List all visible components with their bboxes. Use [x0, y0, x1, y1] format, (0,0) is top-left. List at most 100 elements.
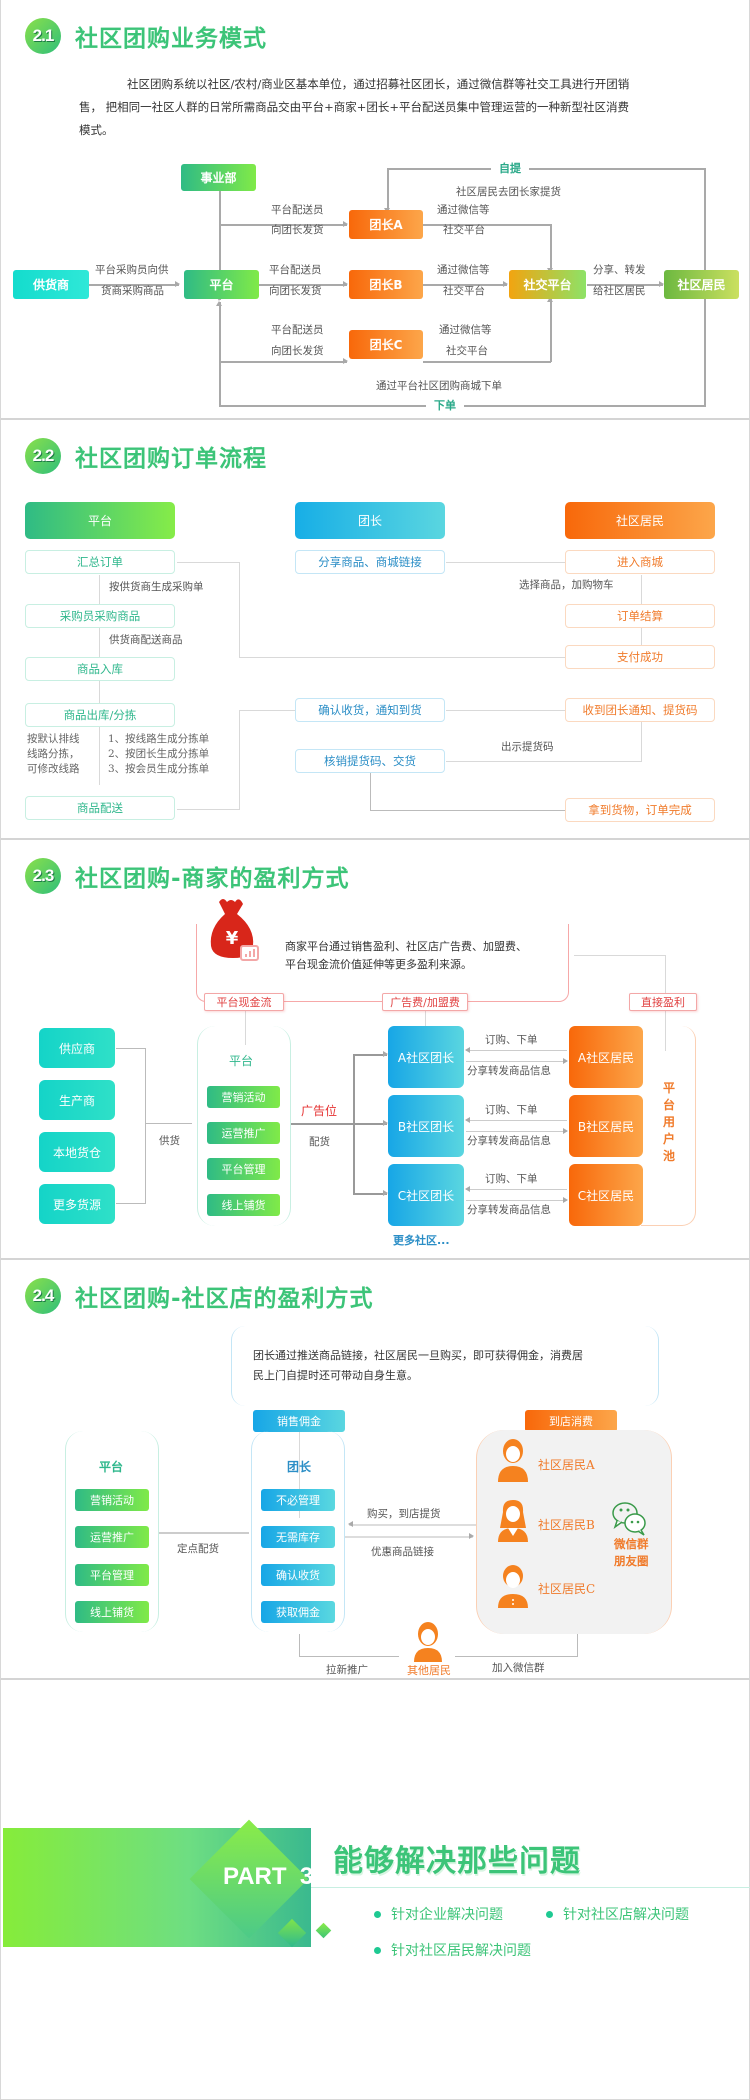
resident-a: A社区居民: [569, 1026, 643, 1088]
bullet-text: 针对社区店解决问题: [563, 1907, 689, 1923]
pool-char: 用: [663, 1115, 676, 1129]
connector: [239, 710, 240, 810]
share-label: 分享转发商品信息: [467, 1204, 551, 1216]
connector: [145, 1048, 146, 1204]
connector: [446, 761, 642, 762]
summary-line: 平台现金流价值延伸等更多盈利来源。: [285, 958, 472, 971]
money-bag-icon: ¥: [207, 894, 259, 964]
sort-default-note: 按默认排线 线路分拣， 可修改线路: [27, 732, 80, 777]
small-diamond-icon: [315, 1922, 332, 1939]
connector: [348, 1521, 477, 1527]
summary-line: 民上门自提时还可带动自身生意。: [253, 1369, 418, 1382]
resident-step: 进入商城: [565, 550, 715, 574]
platform-note: 供货商配送商品: [109, 634, 183, 646]
connector: [370, 810, 566, 811]
connector: [446, 710, 566, 711]
bullet-dot-icon: [546, 1910, 553, 1918]
source-warehouse: 本地货仓: [39, 1132, 115, 1172]
connector: [239, 657, 565, 658]
slide-part3: PART 3 能够解决那些问题 针对企业解决问题 针对社区店解决问题 针对社区居…: [0, 1680, 750, 2100]
divider-line: [311, 1887, 750, 1888]
ship-label: 平台配送员: [271, 204, 324, 216]
connector: [239, 710, 295, 711]
resident-step: 支付成功: [565, 645, 715, 669]
node-department: 事业部: [181, 164, 256, 191]
via-label: 通过微信等: [437, 264, 490, 276]
ad-slot-label: 广告位: [301, 1104, 338, 1118]
ship-label: 平台配送员: [269, 264, 322, 276]
platform-note: 按供货商生成采购单: [109, 581, 204, 593]
connector: [299, 1634, 300, 1657]
summary-text: 团长通过推送商品链接，社区居民一旦购买，即可获得佣金，消费居 民上门自提时还可带…: [253, 1346, 583, 1386]
bullet-item: 针对企业解决问题: [374, 1904, 503, 1924]
connector: [291, 1120, 388, 1126]
supply-label: 供货: [159, 1135, 180, 1147]
resident-label: 社区居民B: [538, 1518, 595, 1532]
section-number-badge: 2.1: [25, 18, 61, 54]
pool-char: 台: [663, 1098, 676, 1112]
section-number-badge: 2.2: [25, 438, 61, 474]
node-social-platform: 社交平台: [509, 270, 586, 299]
fixed-delivery-label: 定点配货: [177, 1543, 219, 1555]
connector: [547, 224, 553, 273]
order-desc: 通过平台社区团购商城下单: [376, 380, 502, 392]
order-label: 下单: [426, 397, 464, 413]
connector: [465, 1186, 567, 1192]
sort-rules-note: 1、按线路生成分拣单 2、按团长生成分拣单 3、按会员生成分拣单: [108, 732, 209, 777]
connector: [465, 1047, 567, 1053]
slide-business-model: 2.1 社区团购业务模式 社区团购系统以社区/农村/商业区基本单位，通过招募社区…: [0, 0, 750, 420]
tag-cashflow: 平台现金流: [204, 993, 284, 1011]
bullet-dot-icon: [374, 1910, 381, 1918]
note-line: 可修改线路: [27, 763, 80, 775]
connector: [577, 1634, 578, 1657]
ship-label: 向团长发货: [271, 345, 324, 357]
connector: [423, 361, 551, 363]
connector: [353, 1054, 355, 1194]
platform-step: 商品入库: [25, 657, 175, 681]
resident-c: C社区居民: [569, 1164, 643, 1226]
slide-store-profit: 2.4 社区团购-社区店的盈利方式 团长通过推送商品链接，社区居民一旦购买，即可…: [0, 1260, 750, 1680]
source-producer: 生产商: [39, 1080, 115, 1120]
via-label: 通过微信等: [437, 204, 490, 216]
leader-heading: 团长: [287, 1460, 312, 1474]
connector: [216, 301, 222, 406]
connector: [641, 722, 642, 762]
platform-item: 线上铺货: [207, 1194, 280, 1216]
connector: [387, 168, 705, 170]
section-title: 社区团购-社区店的盈利方式: [75, 1286, 374, 1312]
bullet-item: 针对社区店解决问题: [546, 1904, 689, 1924]
connector: [353, 1051, 388, 1057]
slide-merchant-profit: 2.3 社区团购-商家的盈利方式 ¥ 商家平台通过销售盈利、社区店广告费、加盟费…: [0, 840, 750, 1260]
connector: [704, 298, 706, 406]
summary-line: 团长通过推送商品链接，社区居民一旦购买，即可获得佣金，消费居: [253, 1349, 583, 1362]
promote-label: 拉新推广: [326, 1664, 368, 1676]
section-header: 2.1 社区团购业务模式: [25, 16, 267, 56]
via-label: 通过微信等: [439, 324, 492, 336]
tag-direct-profit: 直接盈利: [629, 993, 697, 1011]
share-label: 给社区居民: [593, 285, 646, 297]
platform-item: 运营推广: [75, 1526, 149, 1548]
column-header-platform: 平台: [25, 502, 175, 539]
section-title: 社区团购-商家的盈利方式: [75, 866, 350, 892]
note-line: 1、按线路生成分拣单: [108, 733, 210, 745]
connector: [353, 1190, 388, 1196]
tag-commission: 销售佣金: [253, 1410, 345, 1432]
para-line: 模式。: [79, 123, 114, 137]
leader-item: 无需库存: [261, 1526, 335, 1548]
platform-heading: 平台: [229, 1054, 254, 1068]
join-group-label: 加入微信群: [492, 1662, 545, 1674]
section-header: 2.2 社区团购订单流程: [25, 436, 267, 476]
distribute-label: 配货: [309, 1136, 330, 1148]
platform-heading: 平台: [99, 1460, 124, 1474]
deal-link-label: 优惠商品链接: [371, 1546, 434, 1558]
bullet-item: 针对社区居民解决问题: [374, 1940, 531, 1960]
order-label: 订购、下单: [485, 1173, 538, 1185]
note-line: 2、按团长生成分拣单: [108, 748, 210, 760]
bullet-text: 针对社区居民解决问题: [391, 1943, 531, 1959]
connector: [466, 1058, 568, 1064]
connector: [384, 168, 390, 213]
connector: [446, 562, 566, 563]
node-leader-b: 团长B: [349, 270, 423, 299]
section-header: 2.4 社区团购-社区店的盈利方式: [25, 1276, 374, 1316]
connector: [239, 562, 240, 658]
